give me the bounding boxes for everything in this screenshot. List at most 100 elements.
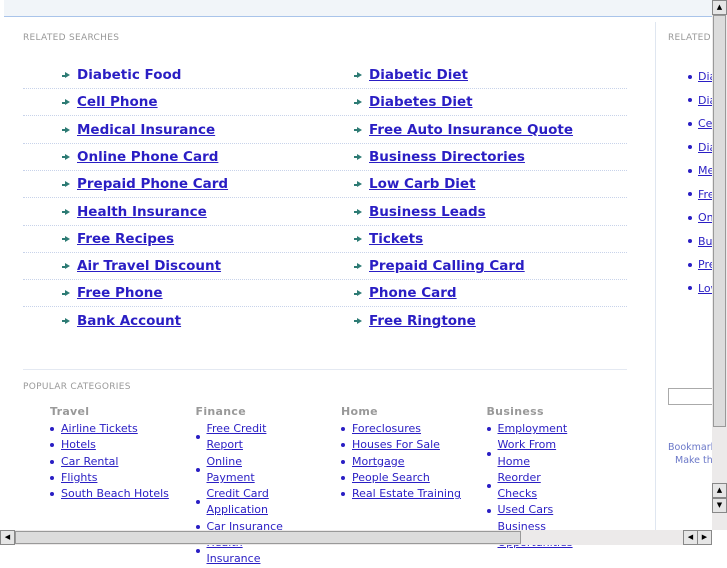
related-search-link[interactable]: Free Ringtone <box>369 308 476 335</box>
related-search-link[interactable]: Free Recipes <box>77 226 174 253</box>
category-link[interactable]: Credit Card Application <box>207 486 286 519</box>
right-sidebar: RELATED Diabetic Food Diabetic Diet Cell P… <box>668 18 712 530</box>
category-link[interactable]: Online Payment <box>207 454 286 487</box>
category-item: Foreclosures <box>341 421 481 437</box>
category-link[interactable]: Mortgage <box>352 454 405 470</box>
related-search-row: Free Recipes Tickets <box>23 226 627 253</box>
related-search-link[interactable]: Cell Phone <box>77 89 158 116</box>
related-search-link[interactable]: Business Directories <box>369 144 525 171</box>
related-search-link[interactable]: Business Leads <box>369 199 486 226</box>
sidebar-item: Medical Insurance <box>688 164 712 177</box>
arrow-icon <box>62 181 71 188</box>
vertical-scroll-thumb[interactable] <box>713 15 726 427</box>
bookmark-link[interactable]: Bookmark <box>668 442 712 453</box>
related-search-link[interactable]: Low Carb Diet <box>369 171 476 198</box>
arrow-icon <box>354 290 363 297</box>
vertical-scrollbar[interactable]: ▲ ▲ ▼ <box>712 0 727 530</box>
category-link[interactable]: Hotels <box>61 437 96 453</box>
related-search-link[interactable]: Diabetes Diet <box>369 89 473 116</box>
popular-categories-title: POPULAR CATEGORIES <box>23 382 131 392</box>
related-search-link[interactable]: Health Insurance <box>77 199 207 226</box>
category-item: South Beach Hotels <box>50 486 190 502</box>
sidebar-link[interactable]: Online Phone Card <box>698 211 712 224</box>
related-search-link[interactable]: Tickets <box>369 226 423 253</box>
bullet-icon <box>688 145 692 149</box>
related-search-link[interactable]: Free Auto Insurance Quote <box>369 117 573 144</box>
category-link[interactable]: Reorder Checks <box>498 470 577 503</box>
bullet-icon <box>688 286 692 290</box>
category-heading: Finance <box>195 405 246 418</box>
arrow-icon <box>354 99 363 106</box>
category-link[interactable]: Foreclosures <box>352 421 421 437</box>
sidebar-link[interactable]: Low Carb Diet <box>698 282 712 295</box>
arrow-icon <box>354 181 363 188</box>
sidebar-link[interactable]: Diabetic Diet <box>698 94 712 107</box>
arrow-icon <box>62 126 71 134</box>
bullet-icon <box>50 427 54 432</box>
category-link[interactable]: Airline Tickets <box>61 421 138 437</box>
category-link[interactable]: South Beach Hotels <box>61 486 169 502</box>
related-search-row: Bank Account Free Ringtone <box>23 308 627 335</box>
bullet-icon <box>688 262 692 267</box>
related-search-link[interactable]: Air Travel Discount <box>77 253 221 280</box>
category-item: Mortgage <box>341 454 481 470</box>
category-item: Airline Tickets <box>50 421 190 437</box>
related-search-link[interactable]: Bank Account <box>77 308 181 335</box>
category-link[interactable]: Used Cars <box>498 502 554 518</box>
sidebar-link[interactable]: Diabetes Diet <box>698 141 712 154</box>
bullet-icon <box>486 484 491 489</box>
category-link[interactable]: Real Estate Training <box>352 486 461 502</box>
category-link[interactable]: Free Credit Report <box>207 421 286 454</box>
horizontal-scroll-thumb[interactable] <box>15 531 521 544</box>
bullet-icon <box>486 508 491 513</box>
bullet-icon <box>688 121 692 126</box>
related-search-link[interactable]: Diabetic Food <box>77 62 181 89</box>
category-link[interactable]: Employment <box>498 421 568 437</box>
related-search-link[interactable]: Prepaid Phone Card <box>77 171 228 198</box>
sidebar-link[interactable]: Free Auto Insurance Quote <box>698 188 712 201</box>
arrow-icon <box>62 317 71 325</box>
sidebar-link[interactable]: Prepaid Phone Card <box>698 258 712 271</box>
sidebar-link[interactable]: Business Directories <box>698 235 712 248</box>
bullet-icon <box>688 98 692 102</box>
sidebar-search-input[interactable] <box>668 388 712 405</box>
scroll-right-button[interactable]: ▶ <box>697 530 712 545</box>
scroll-left-button[interactable]: ◀ <box>0 530 15 545</box>
related-search-link[interactable]: Online Phone Card <box>77 144 218 171</box>
sidebar-item: Online Phone Card <box>688 211 712 224</box>
related-search-item: Cell Phone <box>62 89 158 116</box>
category-link[interactable]: Car Rental <box>61 454 118 470</box>
horizontal-scrollbar[interactable]: ◀ ◀ ▶ <box>0 530 712 545</box>
bullet-icon <box>688 168 692 173</box>
category-link[interactable]: Work From Home <box>498 437 577 470</box>
sidebar-link[interactable]: Cell Phone <box>698 117 712 130</box>
category-item: Reorder Checks <box>486 470 577 503</box>
make-homepage-link[interactable]: Make thi <box>675 455 712 466</box>
related-search-link[interactable]: Medical Insurance <box>77 117 215 144</box>
scroll-up-button[interactable]: ▲ <box>712 0 727 15</box>
related-search-link[interactable]: Free Phone <box>77 280 163 307</box>
bullet-icon <box>486 427 491 432</box>
related-search-item: Free Phone <box>62 280 163 307</box>
category-link[interactable]: Flights <box>61 470 97 486</box>
inner-scroll-up-button[interactable]: ▲ <box>712 483 727 498</box>
scroll-left-button-2[interactable]: ◀ <box>683 530 698 545</box>
sidebar-item: Prepaid Phone Card <box>688 258 712 271</box>
related-search-item: Air Travel Discount <box>62 253 221 280</box>
sidebar-link[interactable]: Diabetic Food <box>698 70 712 83</box>
related-search-item: Diabetic Diet <box>354 62 468 89</box>
related-search-item: Phone Card <box>354 280 457 307</box>
category-link[interactable]: Houses For Sale <box>352 437 440 453</box>
sidebar-link[interactable]: Medical Insurance <box>698 164 712 177</box>
bullet-icon <box>688 192 692 196</box>
related-search-item: Online Phone Card <box>62 144 218 171</box>
related-search-link[interactable]: Phone Card <box>369 280 457 307</box>
bullet-icon <box>195 524 200 529</box>
category-link[interactable]: People Search <box>352 470 430 486</box>
category-heading: Business <box>486 405 544 418</box>
bullet-icon <box>195 435 200 440</box>
related-search-link[interactable]: Diabetic Diet <box>369 62 468 89</box>
inner-scroll-down-button[interactable]: ▼ <box>712 498 727 513</box>
category-item: Used Cars <box>486 502 577 518</box>
related-search-link[interactable]: Prepaid Calling Card <box>369 253 525 280</box>
